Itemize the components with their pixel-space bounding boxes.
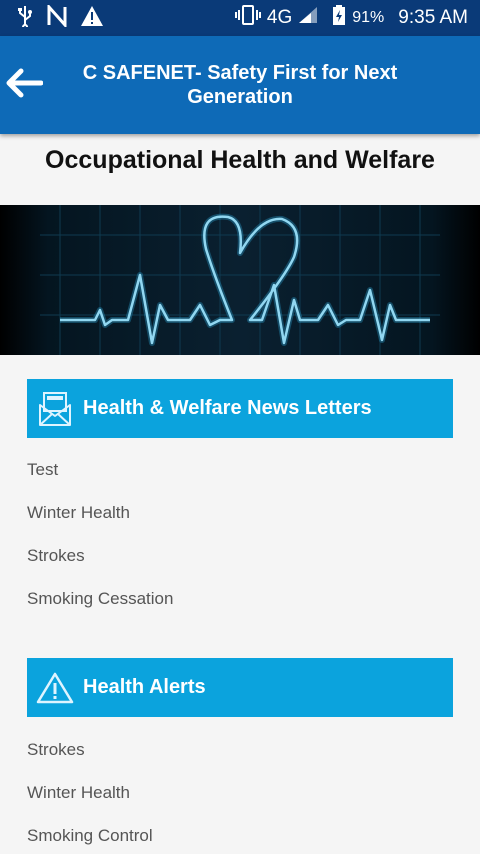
warning-icon [27, 658, 83, 717]
list-item[interactable]: Strokes [27, 546, 85, 566]
section-title: Health & Welfare News Letters [83, 397, 372, 419]
app-bar: C SAFENET- Safety First for Next Generat… [0, 36, 480, 134]
heartbeat-banner-image [0, 205, 480, 355]
alert-icon [80, 5, 104, 32]
newsletter-icon [27, 379, 83, 438]
status-bar: 4G 91% 9:35 AM [0, 0, 480, 36]
health-alerts-section-header: Health Alerts [27, 658, 453, 717]
arrow-left-icon [5, 68, 44, 103]
list-item[interactable]: Winter Health [27, 503, 130, 523]
list-item[interactable]: Strokes [27, 740, 85, 760]
signal-icon [298, 6, 318, 30]
app-title: C SAFENET- Safety First for Next Generat… [82, 62, 398, 108]
list-item[interactable]: Smoking Control [27, 826, 153, 846]
back-button[interactable] [0, 36, 48, 134]
network-type: 4G [266, 7, 293, 28]
page-title: Occupational Health and Welfare [45, 146, 435, 174]
section-title: Health Alerts [83, 676, 206, 698]
clock: 9:35 AM [398, 7, 468, 28]
vibrate-icon [234, 4, 261, 32]
no-sim-icon [46, 2, 68, 32]
battery-percent: 91% [352, 9, 385, 26]
newsletters-section-header: Health & Welfare News Letters [27, 379, 453, 438]
list-item[interactable]: Winter Health [27, 783, 130, 803]
list-item[interactable]: Test [27, 460, 58, 480]
list-item[interactable]: Smoking Cessation [27, 589, 173, 609]
battery-icon [332, 4, 346, 32]
usb-icon [16, 5, 34, 32]
